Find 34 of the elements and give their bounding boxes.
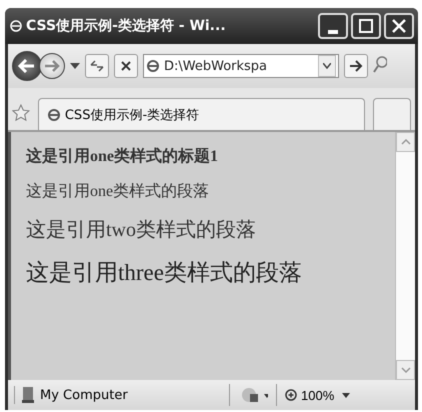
zone-label: My Computer: [40, 388, 128, 402]
zoom-button[interactable]: 100%: [285, 388, 334, 402]
stop-button[interactable]: [114, 54, 138, 78]
dropdown-caret-icon[interactable]: [70, 63, 80, 69]
minimize-icon: [328, 30, 338, 34]
close-icon: [120, 60, 132, 72]
paragraph: 这是引用three类样式的段落: [26, 259, 303, 287]
computer-icon: [21, 386, 35, 404]
go-button[interactable]: [344, 54, 368, 78]
refresh-button[interactable]: [85, 54, 109, 78]
back-button[interactable]: [12, 51, 42, 81]
right-arrow-icon: [44, 60, 60, 72]
forward-button[interactable]: [39, 53, 65, 79]
refresh-icon: [90, 60, 104, 72]
page-heading: 这是引用one类样式的标题1: [26, 146, 219, 167]
close-icon: [390, 17, 408, 35]
zoom-icon: [285, 388, 298, 402]
page-icon: [146, 59, 160, 73]
paragraph: 这是引用two类样式的段落: [26, 218, 257, 243]
right-arrow-icon: [349, 60, 363, 72]
tab[interactable]: CSS使用示例-类选择符: [38, 98, 366, 130]
window-title: CSS使用示例-类选择符 - Wi...: [26, 17, 227, 35]
maximize-icon: [357, 17, 375, 35]
page-icon: [46, 108, 61, 122]
dropdown-caret-icon[interactable]: [342, 392, 350, 398]
address-field[interactable]: D:\WebWorkspa: [143, 54, 339, 78]
star-icon[interactable]: [12, 104, 30, 122]
left-arrow-icon: [18, 59, 36, 73]
browser-logo-icon: [9, 19, 23, 33]
chevron-down-icon[interactable]: [323, 63, 331, 69]
minimize-button[interactable]: [318, 13, 348, 39]
paragraph: 这是引用one类样式的段落: [26, 182, 210, 202]
maximize-button[interactable]: [351, 13, 381, 39]
close-button[interactable]: [384, 13, 414, 39]
